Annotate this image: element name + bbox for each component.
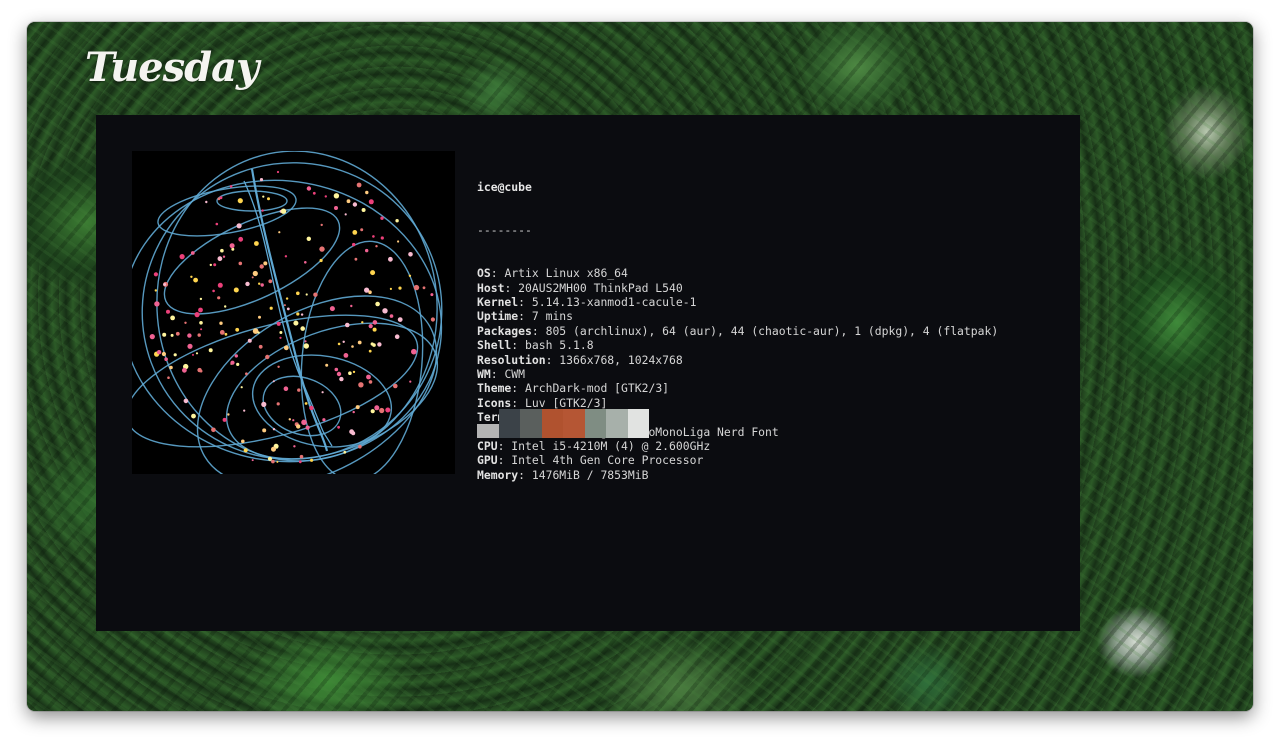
info-colon: : (531, 323, 546, 338)
info-colon: : (511, 395, 526, 410)
info-value: 1366x768, 1024x768 (559, 352, 683, 367)
separator-line: -------- (477, 223, 532, 238)
palette-swatch (606, 409, 628, 438)
info-key: Uptime (477, 309, 519, 324)
info-colon: : (497, 453, 512, 468)
info-colon: : (518, 309, 532, 324)
info-line: WM: CWM (477, 367, 998, 381)
info-value: Intel i5-4210M (4) @ 2.600GHz (511, 438, 711, 453)
info-line: OS: Artix Linux x86_64 (477, 266, 998, 280)
user-host-label: ice@cube (477, 179, 532, 194)
info-value: ArchDark-mod [GTK2/3] (525, 381, 670, 396)
info-key: Theme (477, 381, 512, 396)
system-info-text: ice@cube -------- OS: Artix Linux x86_64… (477, 151, 998, 511)
info-value: 7 mins (531, 309, 574, 324)
info-value: Artix Linux x86_64 (504, 266, 628, 281)
info-key: Shell (477, 338, 512, 353)
info-line: Shell: bash 5.1.8 (477, 338, 998, 352)
palette-swatch (520, 409, 542, 438)
info-line: Theme: ArchDark-mod [GTK2/3] (477, 381, 998, 395)
info-colon: : (518, 467, 532, 482)
info-line: CPU: Intel i5-4210M (4) @ 2.600GHz (477, 439, 998, 453)
palette-swatch (477, 424, 499, 438)
info-key: Kernel (477, 295, 519, 309)
info-key: GPU (477, 453, 498, 468)
info-colon: : (511, 338, 526, 353)
palette-swatch (563, 409, 585, 438)
info-value: bash 5.1.8 (525, 338, 594, 353)
palette-swatch (498, 409, 520, 438)
info-line: Uptime: 7 mins (477, 309, 998, 323)
info-colon: : (545, 352, 560, 367)
info-key: CPU (477, 438, 498, 453)
info-line: Icons: Luv [GTK2/3] (477, 396, 998, 410)
info-value: 5.14.13-xanmod1-cacule-1 (531, 295, 697, 309)
info-line: Packages: 805 (archlinux), 64 (aur), 44 … (477, 324, 998, 338)
info-value: CWM (504, 366, 526, 381)
info-colon: : (497, 438, 512, 453)
info-key: OS (477, 266, 491, 281)
color-palette (477, 409, 649, 438)
info-value: 20AUS2MH00 ThinkPad L540 (518, 280, 683, 295)
orbital-art-icon (121, 150, 443, 487)
info-colon: : (511, 381, 526, 396)
info-key: Host (477, 280, 505, 295)
day-of-week-widget: Tuesday (85, 44, 259, 91)
info-key: Memory (477, 467, 519, 482)
palette-swatch (541, 409, 563, 438)
info-value: Intel 4th Gen Core Processor (511, 453, 704, 468)
palette-swatch (584, 409, 606, 438)
info-key: Resolution (477, 352, 546, 367)
info-colon: : (490, 366, 505, 381)
info-line: GPU: Intel 4th Gen Core Processor (477, 453, 998, 467)
info-value: Luv [GTK2/3] (525, 395, 608, 410)
info-line: Kernel: 5.14.13-xanmod1-cacule-1 (477, 295, 998, 309)
info-list: OS: Artix Linux x86_64 Host: 20AUS2MH00 T… (477, 266, 998, 482)
info-line: Memory: 1476MiB / 7853MiB (477, 468, 998, 482)
info-key: Packages (477, 323, 532, 338)
info-colon: : (504, 280, 519, 295)
terminal-window[interactable]: ice@cube -------- OS: Artix Linux x86_64… (96, 115, 1080, 631)
info-key: WM (477, 366, 491, 381)
info-key: Icons (477, 395, 512, 410)
info-value: 1476MiB / 7853MiB (531, 467, 649, 482)
info-line: Resolution: 1366x768, 1024x768 (477, 353, 998, 367)
desktop-window: Tuesday ice@cube -------- OS: Artix Linu… (27, 22, 1253, 711)
info-colon: : (518, 295, 532, 309)
neofetch-ascii-art-image (121, 150, 455, 487)
info-line: Host: 20AUS2MH00 ThinkPad L540 (477, 281, 998, 295)
info-value: 805 (archlinux), 64 (aur), 44 (chaotic-a… (545, 323, 999, 338)
palette-swatch (627, 409, 649, 438)
info-colon: : (490, 266, 505, 281)
